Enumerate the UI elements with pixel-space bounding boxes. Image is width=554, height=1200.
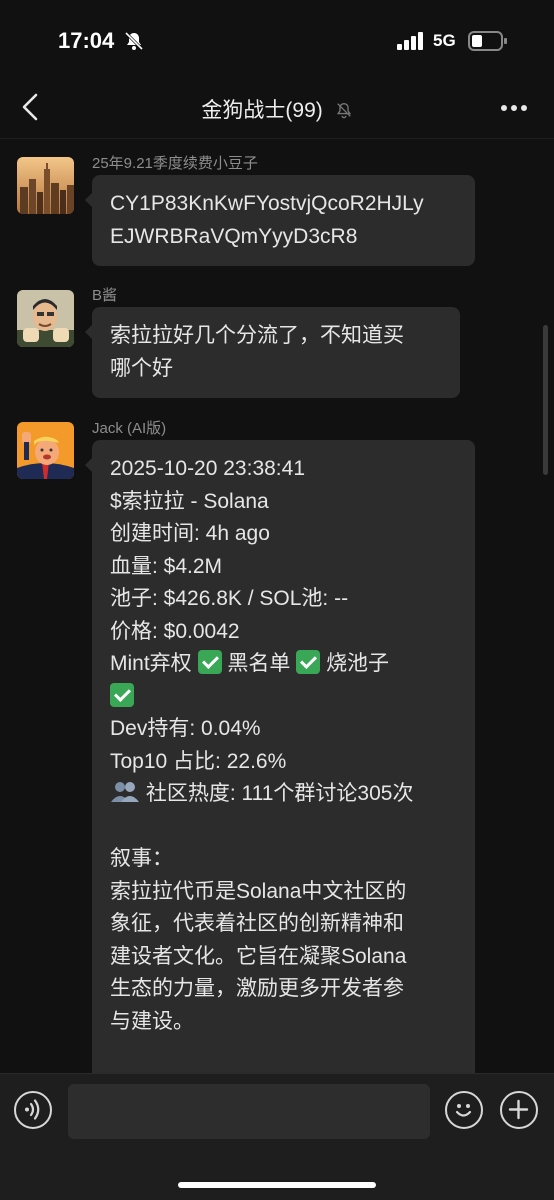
message-line: 价格: $0.0042 [110,619,240,643]
message-line: EJWRBRaVQmYyyD3cR8 [110,224,358,248]
message-line: $索拉拉 - Solana [110,489,269,513]
check-mark-icon [197,650,222,674]
message-bubble[interactable]: CY1P83KnKwFYostvjQcoR2HJLy EJWRBRaVQmYyy… [85,175,475,266]
community-line: 社区热度: 111个群讨论305次 [110,778,457,811]
status-bar: 17:04 5G [0,0,554,80]
check-mark-icon [110,682,134,707]
message-line: 生态的力量，激励更多开发者参 [110,977,404,1000]
message-line: 索拉拉好几个分流了，不知道买 [110,324,404,347]
emoji-button[interactable] [445,1091,483,1129]
sender-name: 25年9.21季度续费小豆子 [92,155,258,172]
bell-off-icon [124,31,144,51]
city-skyline-avatar[interactable] [17,157,74,214]
home-indicator [178,1182,376,1188]
battery-icon [468,31,507,51]
mute-bell-icon [336,103,351,119]
checks-line-wrap [110,681,457,714]
sender-name: Jack (AI版) [92,420,167,437]
voice-button[interactable] [14,1091,52,1129]
status-time: 17:04 [58,28,115,53]
chat-title: 金狗战士(99) [201,99,323,122]
chat-header: 金狗战士(99) [0,80,554,139]
more-icon[interactable] [500,104,528,112]
message-bubble[interactable]: 2025-10-20 23:38:41 $索拉拉 - Solana 创建时间: … [85,440,475,1074]
message-input[interactable] [68,1084,430,1139]
message-line: 池子: $426.8K / SOL池: -- [110,587,349,610]
people-icon [111,782,139,802]
emoji-icon [455,1104,472,1117]
burn-pool-label: 烧池子 [326,652,390,675]
message-line: 与建设。 [110,1009,194,1033]
input-bar [0,1073,554,1200]
mint-label: Mint弃权 [110,652,192,675]
message-line: CY1P83KnKwFYostvjQcoR2HJLy [110,192,424,215]
message-line: 索拉拉代币是Solana中文社区的 [110,879,407,903]
cartoon-man-avatar[interactable] [17,290,74,347]
plus-icon [508,1099,529,1120]
voice-icon [25,1099,40,1120]
plus-button[interactable] [500,1091,538,1129]
signal-icon [397,32,423,50]
message-bubble[interactable]: 索拉拉好几个分流了，不知道买 哪个好 [85,307,460,398]
scrollbar[interactable] [543,325,548,475]
message-list[interactable]: 25年9.21季度续费小豆子 CY1P83KnKwFYostvjQcoR2HJL… [0,139,554,1074]
network-label: 5G [433,31,456,50]
sender-name: B酱 [92,287,118,304]
message-line: 象征，代表着社区的创新精神和 [110,912,404,935]
message-line: 哪个好 [110,356,173,380]
chat-title-wrap: 金狗战士(99) [0,94,554,124]
check-mark-icon [296,650,321,674]
message-line: Top10 占比: 22.6% [110,749,287,773]
checks-line: Mint弃权 黑名单 烧池子 [110,648,457,681]
message-line [110,811,457,844]
message-line: 叙事： [110,847,173,870]
message-line: 2025-10-20 23:38:41 [110,457,305,480]
message-line: Dev持有: 0.04% [110,717,261,740]
message-line: 建设者文化。它旨在凝聚Solana [110,944,407,968]
blacklist-label: 黑名单 [227,652,291,675]
message-line: 创建时间: 4h ago [110,522,270,545]
community-text: 社区热度: 111个群讨论305次 [145,782,414,805]
cartoon-trump-avatar[interactable] [17,422,74,479]
message-line: 血量: $4.2M [110,554,223,578]
